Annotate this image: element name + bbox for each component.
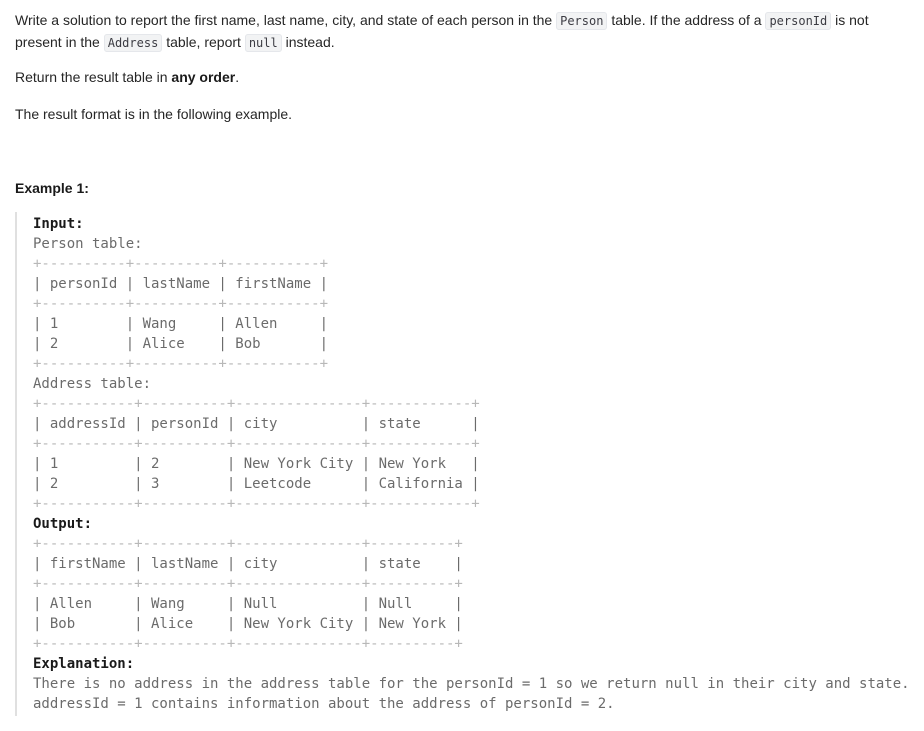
- order-bold-text: any order: [171, 69, 236, 85]
- intro-text-4: table, report: [162, 34, 245, 50]
- output-table-row: | Bob | Alice | New York City | New York…: [33, 616, 463, 632]
- inline-code-null: null: [244, 34, 282, 52]
- person-table-row: | 2 | Alice | Bob |: [33, 336, 329, 352]
- order-text-2: .: [235, 69, 240, 85]
- output-table-header: | firstName | lastName | city | state |: [33, 556, 463, 572]
- intro-paragraph: Write a solution to report the first nam…: [15, 10, 895, 54]
- example-block: Input: Person table: +----------+---------…: [15, 212, 917, 716]
- output-table-row: | Allen | Wang | Null | Null |: [33, 596, 463, 612]
- output-table-border-mid: +-----------+----------+---------------+…: [33, 576, 463, 592]
- address-table-border-mid: +-----------+----------+---------------+…: [33, 436, 480, 452]
- output-label: Output:: [33, 516, 93, 532]
- address-table-row: | 2 | 3 | Leetcode | California |: [33, 476, 480, 492]
- order-paragraph: Return the result table in any order.: [15, 67, 239, 88]
- person-table-header: | personId | lastName | firstName |: [33, 276, 329, 292]
- order-text-1: Return the result table in: [15, 69, 172, 85]
- example-title: Example 1:: [15, 180, 89, 196]
- example-pre: Input: Person table: +----------+---------…: [33, 214, 910, 714]
- explanation-label: Explanation:: [33, 656, 135, 672]
- address-table-row: | 1 | 2 | New York City | New York |: [33, 456, 480, 472]
- output-table-border-top: +-----------+----------+---------------+…: [33, 536, 463, 552]
- input-label: Input:: [33, 216, 84, 232]
- person-table-border-top: +----------+----------+-----------+: [33, 256, 329, 272]
- person-table-border-mid: +----------+----------+-----------+: [33, 296, 329, 312]
- address-table-header: | addressId | personId | city | state |: [33, 416, 480, 432]
- inline-code-person: Person: [556, 12, 608, 30]
- intro-text-1: Write a solution to report the first nam…: [15, 12, 557, 28]
- person-table-label: Person table:: [33, 236, 143, 252]
- explanation-line: There is no address in the address table…: [33, 676, 910, 692]
- inline-code-address: Address: [103, 34, 163, 52]
- address-table-border-bottom: +-----------+----------+---------------+…: [33, 496, 480, 512]
- explanation-line: addressId = 1 contains information about…: [33, 696, 615, 712]
- address-table-label: Address table:: [33, 376, 152, 392]
- intro-text-5: instead.: [281, 34, 335, 50]
- person-table-border-bottom: +----------+----------+-----------+: [33, 356, 329, 372]
- person-table-row: | 1 | Wang | Allen |: [33, 316, 329, 332]
- output-table-border-bottom: +-----------+----------+---------------+…: [33, 636, 463, 652]
- address-table-border-top: +-----------+----------+---------------+…: [33, 396, 480, 412]
- format-paragraph: The result format is in the following ex…: [15, 106, 293, 122]
- inline-code-personid: personId: [765, 12, 832, 30]
- intro-text-2: table. If the address of a: [607, 12, 766, 28]
